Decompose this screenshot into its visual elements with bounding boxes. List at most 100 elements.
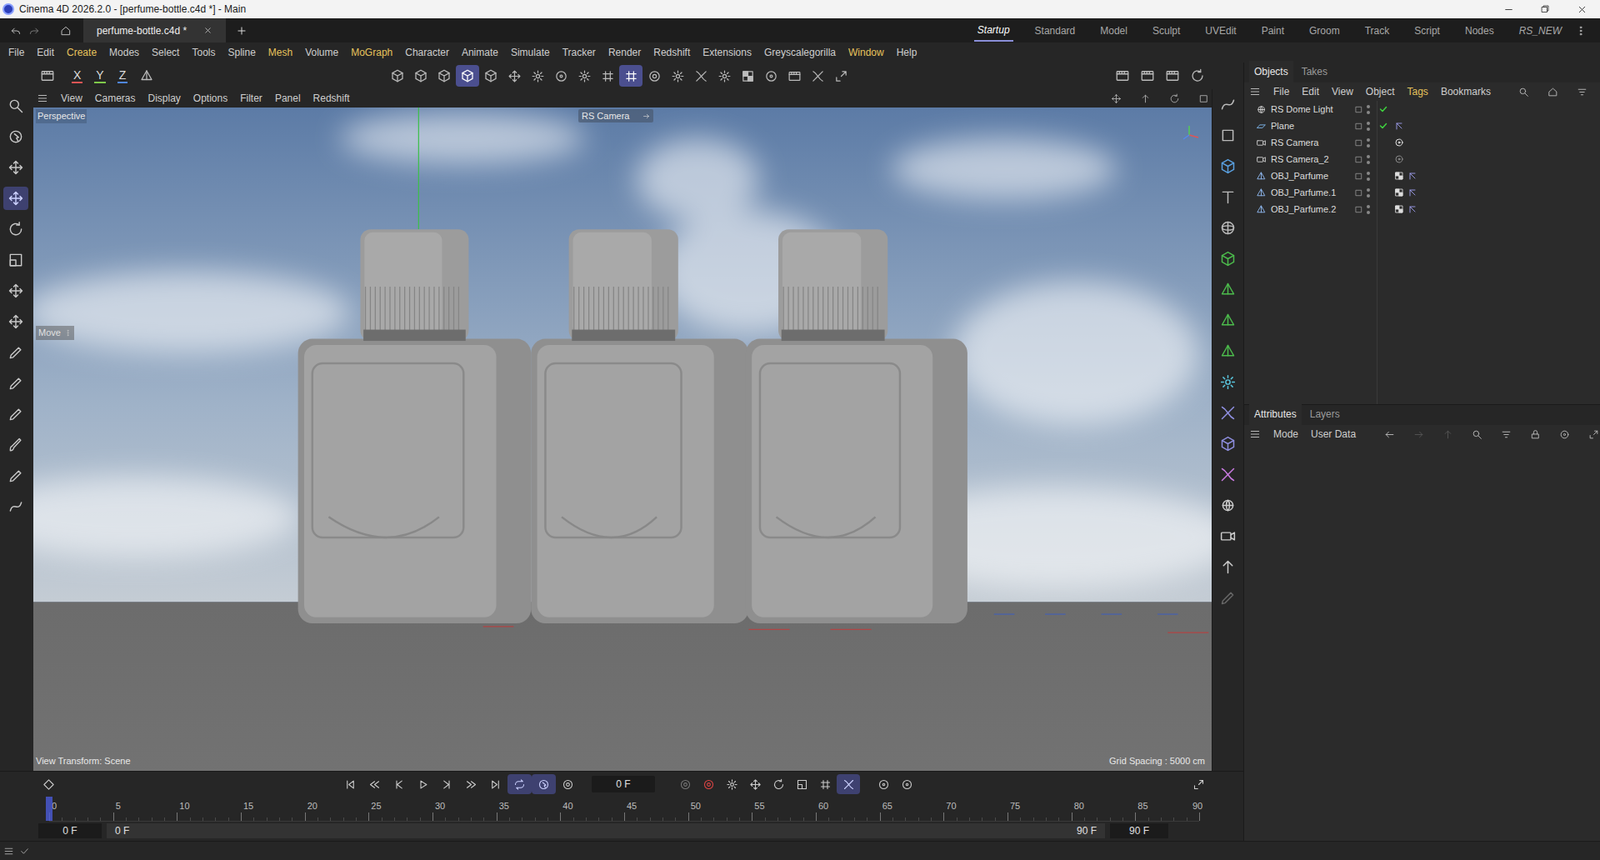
panel-tab[interactable]: Layers: [1305, 403, 1345, 425]
navigation-icon[interactable]: [1165, 93, 1183, 105]
preview-range-slider[interactable]: 0 F90 F: [106, 823, 1105, 839]
visibility-dots[interactable]: [1364, 105, 1373, 115]
keying-icon[interactable]: [836, 774, 860, 795]
objects-menu-item[interactable]: Object: [1365, 84, 1395, 100]
expand-icon[interactable]: [1585, 429, 1600, 440]
menu-item[interactable]: Redshift: [653, 45, 690, 60]
edit-layer-icon[interactable]: [1352, 188, 1365, 198]
menu-item[interactable]: Help: [896, 45, 918, 60]
navigation-icon[interactable]: [1136, 93, 1154, 105]
menu-item[interactable]: Character: [405, 45, 450, 60]
previous-frame-icon[interactable]: [386, 778, 411, 791]
menu-icon[interactable]: [3, 845, 15, 857]
axis-lock-button[interactable]: X: [71, 68, 83, 84]
editor-visibility-dot[interactable]: [1366, 105, 1370, 109]
search-icon[interactable]: [1515, 86, 1533, 98]
navigation-icon[interactable]: [1107, 93, 1125, 105]
maximize-icon[interactable]: [1526, 4, 1564, 15]
volume-icon[interactable]: [1215, 462, 1241, 487]
spline-pen-icon[interactable]: [1215, 92, 1241, 117]
home-icon[interactable]: [60, 25, 72, 37]
playback-mode-icon[interactable]: [555, 774, 580, 795]
scene-icon[interactable]: [1215, 431, 1241, 456]
document-tab[interactable]: perfume-bottle.c4d *: [83, 18, 226, 43]
phong-tag-icon[interactable]: [1394, 120, 1405, 131]
enabled-check[interactable]: [1377, 203, 1390, 215]
go-to-start-icon[interactable]: [338, 778, 363, 791]
render-visibility-dot[interactable]: [1366, 160, 1370, 165]
keying-icon[interactable]: [673, 774, 697, 795]
symmetry-icon[interactable]: [689, 65, 713, 87]
brush-icon[interactable]: [3, 433, 29, 457]
objects-menu-item[interactable]: Tags: [1407, 84, 1429, 100]
edit-layer-icon[interactable]: [1352, 105, 1365, 115]
objects-menu-item[interactable]: Edit: [1301, 84, 1320, 100]
render-visibility-dot[interactable]: [1366, 177, 1370, 181]
keying-icon[interactable]: [813, 774, 837, 795]
layout-tab[interactable]: Track: [1361, 20, 1394, 41]
forward-icon[interactable]: [1410, 429, 1427, 440]
viewport-menu-item[interactable]: Cameras: [95, 90, 136, 106]
edit-layer-icon[interactable]: [1352, 155, 1365, 165]
render-icon[interactable]: [1160, 68, 1185, 84]
home-icon[interactable]: [1545, 86, 1562, 98]
next-frame-icon[interactable]: [435, 778, 460, 791]
pen-icon[interactable]: [1215, 585, 1241, 610]
placement-icon[interactable]: [3, 279, 29, 303]
enabled-check[interactable]: [1377, 103, 1390, 115]
play-icon[interactable]: [410, 778, 435, 791]
editor-visibility-dot[interactable]: [1366, 155, 1370, 159]
object-name[interactable]: RS Dome Light: [1270, 102, 1353, 117]
menu-item[interactable]: Modes: [109, 45, 140, 60]
enabled-check[interactable]: [1377, 170, 1390, 182]
coordinate-system-icon[interactable]: [139, 68, 155, 84]
phong-tag-icon[interactable]: [1407, 170, 1418, 181]
more-icon[interactable]: [1575, 25, 1587, 37]
keying-icon[interactable]: [871, 774, 895, 795]
ipr-icon[interactable]: [782, 65, 806, 87]
visibility-dots[interactable]: [1364, 205, 1373, 215]
axis-lock-button[interactable]: Z: [117, 68, 129, 84]
visibility-dots[interactable]: [1364, 188, 1373, 198]
pen-icon[interactable]: [3, 340, 29, 365]
object-name[interactable]: OBJ_Parfume.2: [1270, 202, 1353, 217]
visibility-dots[interactable]: [1364, 155, 1373, 165]
cube-icon[interactable]: [1215, 154, 1241, 179]
next-key-icon[interactable]: [459, 778, 484, 791]
sketch-icon[interactable]: [3, 495, 29, 519]
layout-tab[interactable]: Startup: [974, 20, 1014, 42]
object-name[interactable]: RS Camera: [1270, 135, 1353, 150]
snap-icon[interactable]: [3, 310, 29, 334]
minimize-icon[interactable]: [1490, 4, 1527, 15]
panel-tab[interactable]: Takes: [1296, 60, 1333, 83]
layout-tab[interactable]: Sculpt: [1149, 20, 1184, 41]
object-row[interactable]: RS Dome Light: [1244, 100, 1600, 118]
back-icon[interactable]: [1380, 429, 1398, 440]
camera-icon[interactable]: [1215, 524, 1241, 549]
layout-tab[interactable]: Model: [1096, 20, 1131, 41]
current-frame-field[interactable]: 0 F: [591, 775, 655, 793]
render-visibility-dot[interactable]: [1366, 194, 1370, 198]
viewport-menu-item[interactable]: Redshift: [313, 90, 350, 106]
edit-layer-icon[interactable]: [1352, 205, 1365, 215]
layout-tab[interactable]: Groom: [1305, 20, 1344, 41]
transform-icon[interactable]: [3, 155, 29, 180]
navigation-icon[interactable]: [1195, 93, 1212, 105]
menu-item[interactable]: Window: [848, 45, 885, 60]
edit-layer-icon[interactable]: [1352, 171, 1365, 181]
menu-item[interactable]: MoGraph: [350, 45, 393, 60]
graph-editor-icon[interactable]: [1192, 778, 1205, 791]
camera-selector[interactable]: RS Camera: [578, 109, 654, 123]
menu-item[interactable]: Extensions: [702, 45, 752, 60]
visibility-dots[interactable]: [1364, 171, 1373, 181]
rotate-icon[interactable]: [3, 217, 29, 241]
filter-icon[interactable]: [1497, 429, 1515, 440]
material-tag-icon[interactable]: [1394, 204, 1405, 215]
menu-item[interactable]: Simulate: [510, 45, 550, 60]
editor-visibility-dot[interactable]: [1366, 138, 1370, 142]
object-name[interactable]: OBJ_Parfume.1: [1270, 185, 1353, 200]
render-icon[interactable]: [1185, 68, 1210, 84]
render-visibility-dot[interactable]: [1366, 144, 1370, 148]
close-icon[interactable]: [1563, 4, 1600, 15]
enabled-check[interactable]: [1377, 136, 1390, 149]
